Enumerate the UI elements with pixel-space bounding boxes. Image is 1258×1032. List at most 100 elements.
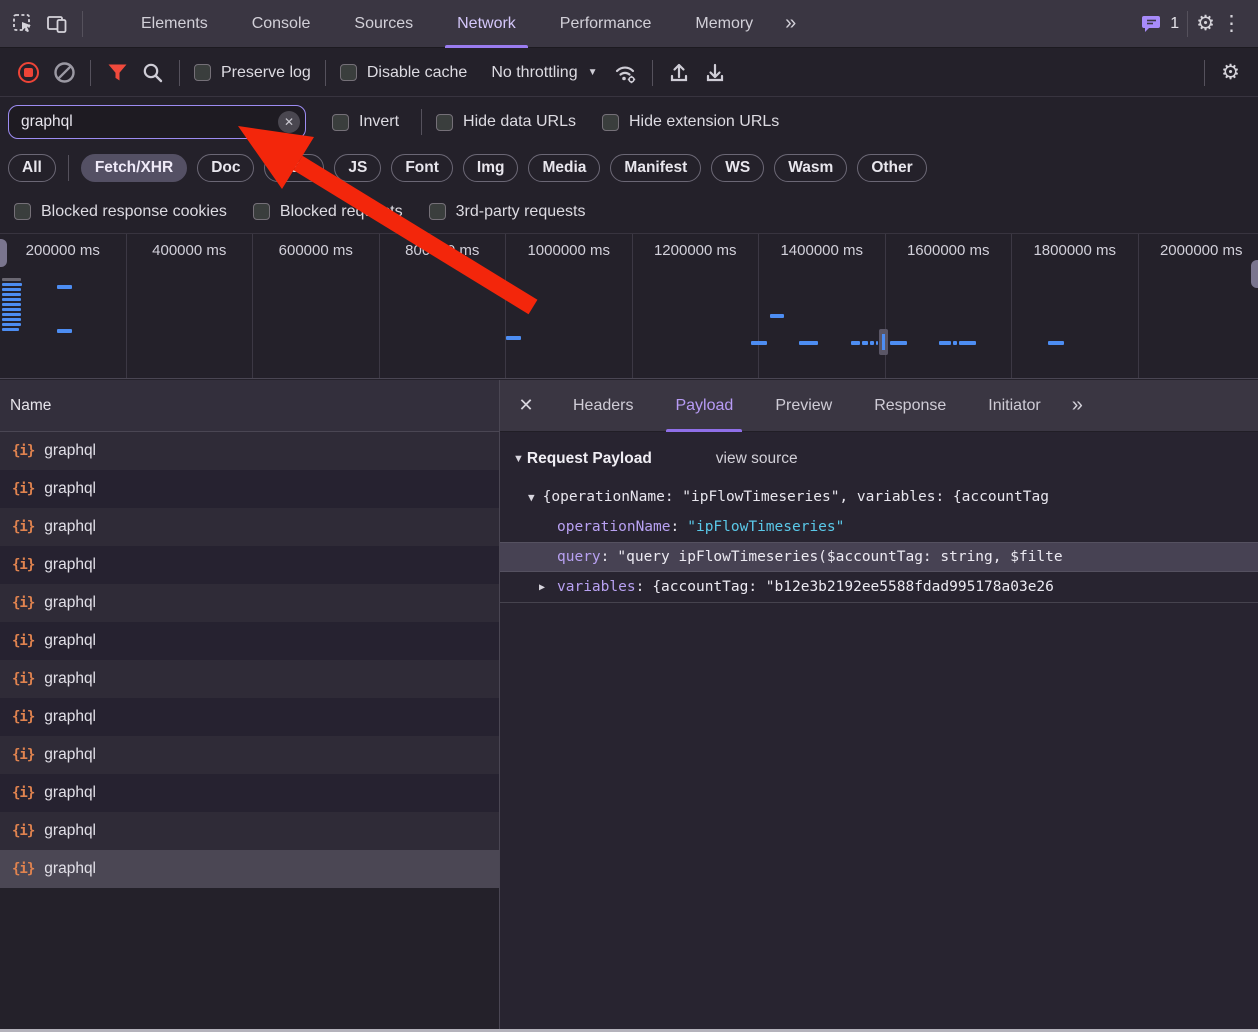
filter-pill-manifest[interactable]: Manifest [610, 154, 701, 182]
request-row[interactable]: {i}graphql [0, 774, 499, 812]
fetch-xhr-icon: {i} [12, 557, 34, 573]
request-row[interactable]: {i}graphql [0, 546, 499, 584]
close-details-icon[interactable]: ✕ [500, 395, 552, 416]
tab-network[interactable]: Network [435, 0, 538, 48]
request-row[interactable]: {i}graphql [0, 622, 499, 660]
record-button[interactable] [10, 56, 46, 90]
kebab-menu-icon[interactable]: ⋮ [1215, 11, 1248, 36]
details-tab-response[interactable]: Response [853, 380, 967, 432]
settings-gear-icon[interactable]: ⚙ [1196, 11, 1215, 36]
overview-bar [959, 341, 976, 345]
payload-entry-query[interactable]: query:"query ipFlowTimeseries($accountTa… [500, 542, 1258, 572]
throttling-dropdown[interactable]: No throttling ▼ [491, 64, 597, 82]
clear-button[interactable] [46, 56, 82, 90]
details-tab-initiator[interactable]: Initiator [967, 380, 1061, 432]
filter-row: ✕ Invert Hide data URLs Hide extension U… [0, 98, 1258, 146]
filter-input[interactable] [8, 105, 306, 139]
request-row[interactable]: {i}graphql [0, 812, 499, 850]
filter-toggle-icon[interactable] [99, 56, 135, 90]
network-overview[interactable]: 200000 ms400000 ms600000 ms800000 ms1000… [0, 233, 1258, 379]
overview-tick-label: 200000 ms [26, 242, 100, 378]
request-name: graphql [44, 670, 96, 688]
request-row[interactable]: {i}graphql [0, 850, 499, 888]
import-har-icon[interactable] [661, 56, 697, 90]
3rd-party-requests-checkbox[interactable]: 3rd-party requests [429, 203, 586, 221]
payload-root-row[interactable]: ▼ {operationName: "ipFlowTimeseries", va… [500, 482, 1258, 512]
details-tab-preview[interactable]: Preview [754, 380, 853, 432]
search-icon[interactable] [135, 56, 171, 90]
collapse-triangle-icon[interactable]: ▼ [513, 453, 524, 465]
details-tab-payload[interactable]: Payload [654, 380, 754, 432]
expand-triangle-icon[interactable]: ▶ [539, 582, 557, 593]
request-row[interactable]: {i} graphql [0, 660, 499, 698]
request-name: graphql [44, 594, 96, 612]
disable-cache-label: Disable cache [367, 64, 468, 82]
more-details-tabs-icon[interactable]: » [1062, 394, 1091, 417]
filter-pill-ws[interactable]: WS [711, 154, 764, 182]
overview-bar [851, 341, 860, 345]
request-row[interactable]: {i}graphql [0, 470, 499, 508]
collapse-triangle-icon: ▼ [528, 491, 535, 504]
request-row[interactable]: {i}graphql [0, 584, 499, 622]
overview-bar [57, 329, 72, 333]
overview-scroll-handle-left[interactable] [0, 239, 7, 267]
request-row[interactable]: {i}graphql [0, 432, 499, 470]
filter-pill-img[interactable]: Img [463, 154, 519, 182]
invert-checkbox[interactable]: Invert [332, 113, 399, 131]
filter-pill-fetch-xhr[interactable]: Fetch/XHR [81, 154, 187, 182]
fetch-xhr-icon: {i} [12, 861, 34, 877]
fetch-xhr-icon: {i} [12, 481, 34, 497]
details-tab-headers[interactable]: Headers [552, 380, 654, 432]
fetch-xhr-icon: {i} [12, 671, 34, 687]
checkbox [340, 64, 357, 81]
device-toolbar-icon[interactable] [40, 7, 74, 41]
blocked-requests-checkbox[interactable]: Blocked requests [253, 203, 403, 221]
request-row[interactable]: {i}graphql [0, 698, 499, 736]
name-column-header[interactable]: Name [0, 380, 499, 432]
overview-bar [751, 341, 767, 345]
filter-pill-all[interactable]: All [8, 154, 56, 182]
divider [1204, 60, 1205, 86]
request-name: graphql [44, 442, 96, 460]
hide-data-urls-checkbox[interactable]: Hide data URLs [436, 113, 576, 131]
filter-pill-css[interactable]: CSS [264, 154, 324, 182]
request-row[interactable]: {i}graphql [0, 736, 499, 774]
filter-pill-js[interactable]: JS [334, 154, 381, 182]
name-column-label: Name [10, 397, 51, 415]
view-source-link[interactable]: view source [716, 450, 798, 468]
checkbox [602, 114, 619, 131]
overview-column: 400000 ms [127, 234, 254, 378]
inspect-element-icon[interactable] [6, 7, 40, 41]
hide-extension-urls-checkbox[interactable]: Hide extension URLs [602, 113, 779, 131]
tab-elements[interactable]: Elements [119, 0, 230, 48]
filter-pill-doc[interactable]: Doc [197, 154, 254, 182]
overview-tick-label: 1400000 ms [780, 242, 863, 378]
network-conditions-icon[interactable] [608, 56, 644, 90]
disable-cache-checkbox[interactable]: Disable cache [340, 64, 468, 82]
clear-filter-icon[interactable]: ✕ [278, 111, 300, 133]
filter-pill-wasm[interactable]: Wasm [774, 154, 847, 182]
blocked-response-cookies-checkbox[interactable]: Blocked response cookies [14, 203, 227, 221]
devtools-window: ElementsConsoleSourcesNetworkPerformance… [0, 0, 1258, 1032]
overview-bar [2, 308, 21, 311]
tab-console[interactable]: Console [230, 0, 333, 48]
filter-pill-font[interactable]: Font [391, 154, 453, 182]
filter-pill-media[interactable]: Media [528, 154, 600, 182]
overview-tick-label: 2000000 ms [1160, 242, 1243, 378]
issues-count: 1 [1170, 15, 1179, 33]
payload-entry-variables[interactable]: ▶variables:{accountTag: "b12e3b2192ee558… [500, 572, 1258, 602]
tab-sources[interactable]: Sources [332, 0, 435, 48]
preserve-log-checkbox[interactable]: Preserve log [194, 64, 311, 82]
payload-entry-operationname[interactable]: operationName:"ipFlowTimeseries" [500, 512, 1258, 542]
more-tabs-icon[interactable]: » [775, 12, 804, 35]
divider [1187, 11, 1188, 37]
filter-pill-other[interactable]: Other [857, 154, 926, 182]
network-settings-gear-icon[interactable]: ⚙ [1221, 60, 1240, 85]
divider [82, 11, 83, 37]
export-har-icon[interactable] [697, 56, 733, 90]
tab-performance[interactable]: Performance [538, 0, 674, 48]
issues-counter[interactable]: 1 [1141, 14, 1179, 34]
request-row[interactable]: {i}graphql [0, 508, 499, 546]
tab-memory[interactable]: Memory [673, 0, 775, 48]
overview-scroll-handle-right[interactable] [1251, 260, 1258, 288]
